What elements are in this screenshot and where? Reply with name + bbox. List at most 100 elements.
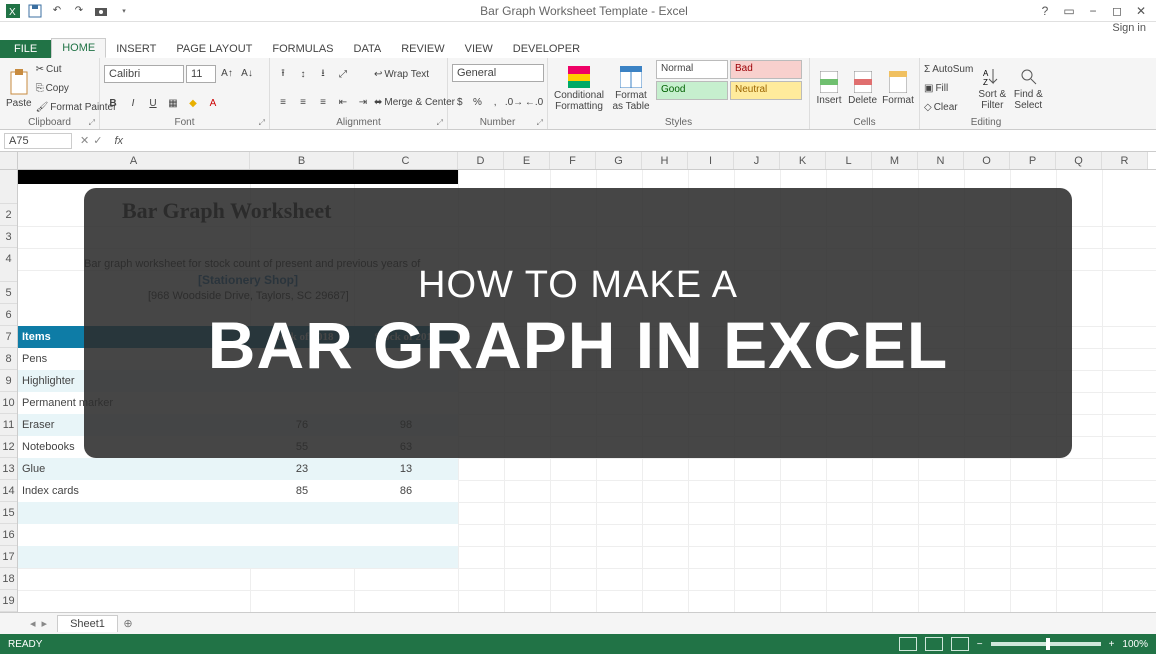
sort-filter-button[interactable]: AZSort & Filter xyxy=(975,60,1009,117)
zoom-in-icon[interactable]: + xyxy=(1109,639,1115,650)
col-head-d[interactable]: D xyxy=(458,152,504,169)
undo-icon[interactable]: ↶ xyxy=(48,2,66,20)
qat-customize[interactable] xyxy=(114,2,132,20)
row-head[interactable]: 16 xyxy=(0,524,17,546)
col-head-e[interactable]: E xyxy=(504,152,550,169)
align-top-icon[interactable]: ⭱ xyxy=(274,65,292,83)
row-head[interactable]: 10 xyxy=(0,392,17,414)
clipboard-launcher[interactable]: ⤢ xyxy=(89,118,95,128)
font-launcher[interactable]: ⤢ xyxy=(259,118,265,128)
cell-style-good[interactable]: Good xyxy=(656,81,728,100)
tab-insert[interactable]: INSERT xyxy=(106,40,166,58)
row-head[interactable]: 19 xyxy=(0,590,17,612)
row-head[interactable]: 3 xyxy=(0,226,17,248)
sheet-nav-prev-icon[interactable]: ◂ xyxy=(30,617,36,630)
close-icon[interactable]: ✕ xyxy=(1132,2,1150,20)
row-head[interactable]: 12 xyxy=(0,436,17,458)
paste-button[interactable]: Paste xyxy=(4,60,34,117)
wrap-text-button[interactable]: ↩Wrap Text xyxy=(374,69,455,80)
format-as-table-button[interactable]: Format as Table xyxy=(608,60,654,117)
font-color-button[interactable]: A xyxy=(204,94,222,112)
col-head-l[interactable]: L xyxy=(826,152,872,169)
row-head[interactable]: 15 xyxy=(0,502,17,524)
insert-cells-button[interactable]: Insert xyxy=(814,60,844,117)
help-icon[interactable]: ? xyxy=(1036,2,1054,20)
table-row[interactable]: Glue 23 13 xyxy=(18,458,458,480)
clear-button[interactable]: ◇Clear xyxy=(924,102,973,113)
align-center-icon[interactable]: ≡ xyxy=(294,94,312,112)
percent-icon[interactable]: % xyxy=(470,94,486,112)
col-head-f[interactable]: F xyxy=(550,152,596,169)
tab-developer[interactable]: DEVELOPER xyxy=(503,40,590,58)
camera-icon[interactable] xyxy=(92,2,110,20)
italic-button[interactable]: I xyxy=(124,94,142,112)
conditional-formatting-button[interactable]: Conditional Formatting xyxy=(552,60,606,117)
tab-page-layout[interactable]: PAGE LAYOUT xyxy=(166,40,262,58)
ribbon-display-icon[interactable]: ▭ xyxy=(1060,2,1078,20)
col-head-i[interactable]: I xyxy=(688,152,734,169)
align-right-icon[interactable]: ≡ xyxy=(314,94,332,112)
col-head-n[interactable]: N xyxy=(918,152,964,169)
number-format-select[interactable]: General xyxy=(452,64,544,82)
fill-button[interactable]: ▣Fill xyxy=(924,83,973,94)
table-row[interactable] xyxy=(18,546,458,568)
bold-button[interactable]: B xyxy=(104,94,122,112)
font-name-select[interactable]: Calibri xyxy=(104,65,184,83)
row-head[interactable]: 14 xyxy=(0,480,17,502)
font-size-select[interactable]: 11 xyxy=(186,65,216,83)
save-icon[interactable] xyxy=(26,2,44,20)
view-page-break-icon[interactable] xyxy=(951,637,969,651)
maximize-icon[interactable]: ◻ xyxy=(1108,2,1126,20)
col-head-r[interactable]: R xyxy=(1102,152,1148,169)
tab-file[interactable]: FILE xyxy=(0,40,51,58)
format-cells-button[interactable]: Format xyxy=(881,60,915,117)
number-launcher[interactable]: ⤢ xyxy=(537,118,543,128)
row-head[interactable]: 11 xyxy=(0,414,17,436)
row-head[interactable]: 6 xyxy=(0,304,17,326)
view-normal-icon[interactable] xyxy=(899,637,917,651)
merge-center-button[interactable]: ⬌Merge & Center xyxy=(374,97,455,108)
col-head-a[interactable]: A xyxy=(18,152,250,169)
currency-icon[interactable]: $ xyxy=(452,94,468,112)
select-all-corner[interactable] xyxy=(0,152,18,169)
add-sheet-button[interactable]: ⊕ xyxy=(118,617,138,630)
table-row[interactable] xyxy=(18,502,458,524)
cell-style-neutral[interactable]: Neutral xyxy=(730,81,802,100)
find-select-button[interactable]: Find & Select xyxy=(1011,60,1045,117)
align-middle-icon[interactable]: ↕ xyxy=(294,65,312,83)
name-box[interactable]: A75 xyxy=(4,133,72,149)
cancel-icon[interactable]: ✕ xyxy=(80,134,89,147)
tab-formulas[interactable]: FORMULAS xyxy=(262,40,343,58)
enter-icon[interactable]: ✓ xyxy=(93,134,102,147)
col-head-o[interactable]: O xyxy=(964,152,1010,169)
autosum-button[interactable]: ΣAutoSum xyxy=(924,64,973,75)
row-head[interactable]: 17 xyxy=(0,546,17,568)
tab-review[interactable]: REVIEW xyxy=(391,40,454,58)
col-head-g[interactable]: G xyxy=(596,152,642,169)
row-head[interactable]: 5 xyxy=(0,282,17,304)
table-row[interactable] xyxy=(18,524,458,546)
cell-style-bad[interactable]: Bad xyxy=(730,60,802,79)
col-head-b[interactable]: B xyxy=(250,152,354,169)
grow-font-icon[interactable]: A↑ xyxy=(218,65,236,83)
col-head-m[interactable]: M xyxy=(872,152,918,169)
tab-home[interactable]: HOME xyxy=(51,38,106,58)
table-row[interactable]: Index cards 85 86 xyxy=(18,480,458,502)
sheet-tab[interactable]: Sheet1 xyxy=(57,615,118,632)
align-bottom-icon[interactable]: ⭳ xyxy=(314,65,332,83)
redo-icon[interactable]: ↷ xyxy=(70,2,88,20)
delete-cells-button[interactable]: Delete xyxy=(846,60,879,117)
inc-decimal-icon[interactable]: .0→ xyxy=(505,94,523,112)
row-head[interactable]: 9 xyxy=(0,370,17,392)
fill-color-button[interactable]: ◆ xyxy=(184,94,202,112)
dec-decimal-icon[interactable]: ←.0 xyxy=(525,94,543,112)
tab-data[interactable]: DATA xyxy=(344,40,392,58)
shrink-font-icon[interactable]: A↓ xyxy=(238,65,256,83)
orientation-icon[interactable]: ⤢ xyxy=(334,65,352,83)
row-head[interactable]: 13 xyxy=(0,458,17,480)
col-head-k[interactable]: K xyxy=(780,152,826,169)
increase-indent-icon[interactable]: ⇥ xyxy=(354,94,372,112)
minimize-icon[interactable]: − xyxy=(1084,2,1102,20)
zoom-slider[interactable] xyxy=(991,642,1101,646)
row-head[interactable]: 7 xyxy=(0,326,17,348)
